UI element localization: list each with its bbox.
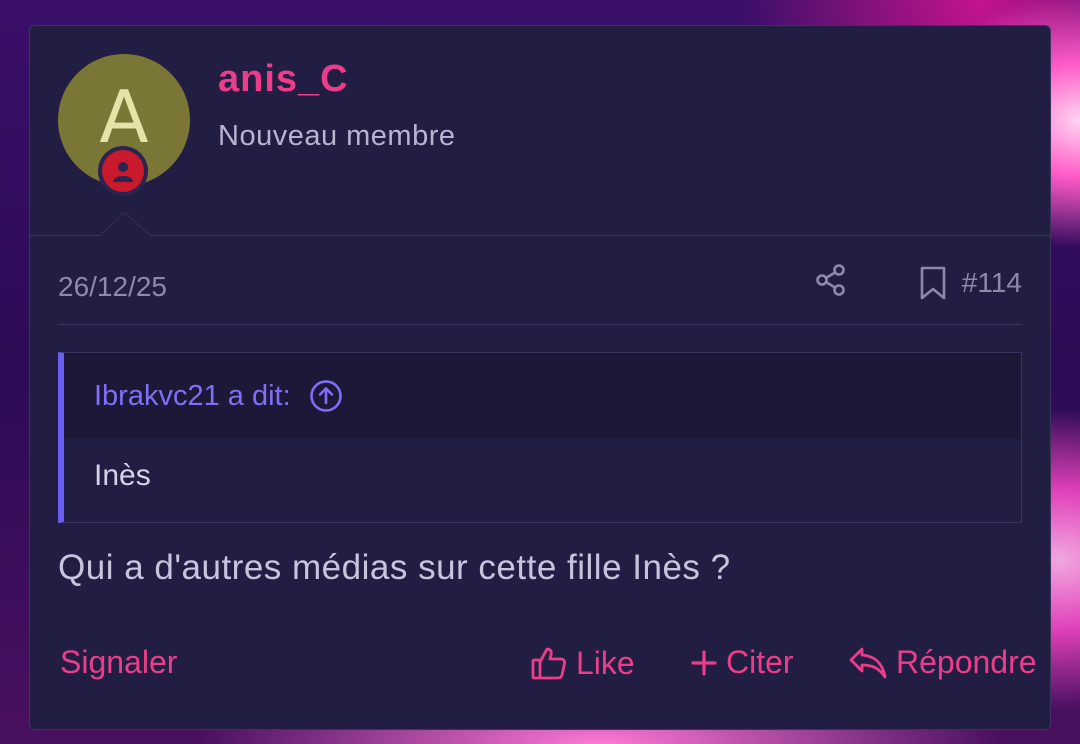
user-badge: [98, 146, 148, 196]
avatar-letter: A: [99, 75, 149, 159]
arrow-up-circle-icon[interactable]: [309, 379, 343, 413]
quote-author[interactable]: Ibrakvc21 a dit:: [94, 380, 291, 413]
quote-label: Citer: [726, 644, 794, 680]
header-notch: [99, 212, 151, 236]
quote-block: Ibrakvc21 a dit: Inès: [58, 352, 1022, 523]
plus-icon: [691, 649, 717, 676]
bookmark-icon[interactable]: [916, 265, 950, 301]
post-message: Qui a d'autres médias sur cette fille In…: [58, 548, 731, 587]
quote-button[interactable]: Citer: [690, 644, 794, 681]
share-icon[interactable]: [814, 263, 848, 297]
post-card: A anis_C Nouveau membre 26/12/25 #114 Ib…: [29, 25, 1051, 730]
like-button[interactable]: Like: [530, 644, 635, 682]
post-date[interactable]: 26/12/25: [58, 271, 167, 303]
post-header: A anis_C Nouveau membre: [30, 26, 1050, 236]
post-number[interactable]: #114: [962, 267, 1022, 299]
user-icon: [102, 150, 144, 192]
post-meta: 26/12/25 #114: [58, 255, 1022, 325]
reply-icon: [849, 647, 887, 678]
report-label: Signaler: [60, 644, 178, 680]
quote-text: Inès: [94, 459, 151, 492]
thumbs-up-icon: [531, 647, 566, 680]
reply-label: Répondre: [896, 644, 1037, 680]
quote-header: Ibrakvc21 a dit:: [64, 353, 1021, 439]
like-label: Like: [576, 644, 635, 681]
reply-button[interactable]: Répondre: [848, 644, 1037, 681]
username[interactable]: anis_C: [218, 58, 349, 101]
user-title: Nouveau membre: [218, 120, 456, 152]
post-actions: Signaler Like Citer Répondre: [58, 638, 1037, 698]
report-button[interactable]: Signaler: [60, 644, 177, 681]
